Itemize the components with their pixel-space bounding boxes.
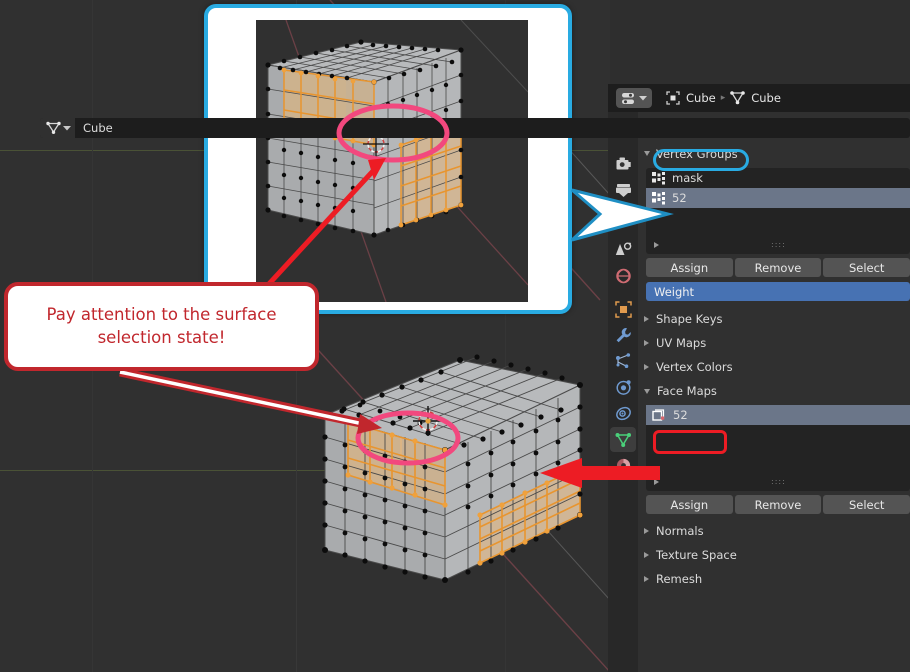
tab-render[interactable] [610,151,636,176]
list-expand-triangle-icon[interactable] [654,479,659,485]
face-maps-list[interactable]: 52 :::: [646,405,910,491]
screenshot-root: Pay attention to the surface selection s… [0,0,910,672]
panel-title-remesh: Remesh [656,572,703,586]
object-square-icon [614,301,632,318]
list-item-label: 52 [673,408,688,422]
expand-triangle-right-icon [644,364,649,370]
vertex-groups-list-footer[interactable]: :::: [646,238,910,252]
mesh-data-icon [615,432,631,447]
properties-panel-body: Vertex Groups mask 52:::: Assign Remove… [638,112,910,672]
properties-editor-icon [622,92,634,104]
list-item[interactable]: 52 [646,188,910,208]
mesh-data-icon [46,121,61,134]
remove-button[interactable]: Remove [734,495,822,514]
assign-button[interactable]: Assign [646,495,733,514]
list-expand-triangle-icon[interactable] [654,242,659,248]
vertex-groups-list[interactable]: mask 52 :::: [646,168,910,254]
tab-object[interactable] [610,297,636,322]
face-maps-list-footer[interactable]: :::: [646,475,910,489]
constraints-icon [615,406,631,421]
list-item-label: mask [672,171,703,185]
mesh-data-icon [730,91,746,105]
panel-title-face-maps: Face Maps [657,384,717,398]
tab-constraints[interactable] [610,401,636,426]
callout-note: Pay attention to the surface selection s… [4,282,319,371]
chevron-down-icon [639,96,647,101]
assign-button[interactable]: Assign [646,258,733,277]
breadcrumb-object-label: Cube [686,91,716,105]
breadcrumb: Cube ▸ Cube [666,91,781,105]
inset-screenshot-card [204,4,572,314]
panel-title-vertex-groups: Vertex Groups [656,146,738,161]
panel-header-face-maps[interactable]: Face Maps [638,379,910,403]
particles-icon [615,353,630,368]
panel-header-shape-keys[interactable]: Shape Keys [638,307,910,331]
properties-tab-strip [608,112,638,672]
expand-triangle-right-icon [644,576,649,582]
panel-header-vertex-groups[interactable]: Vertex Groups [638,143,910,164]
material-sphere-icon [616,458,630,473]
printer-output-icon [615,183,631,197]
weight-slider-label: Weight [654,284,695,299]
mesh-name-value: Cube [83,121,113,135]
wrench-icon [616,328,631,343]
panel-title-normals: Normals [656,524,704,538]
tab-modifiers[interactable] [610,323,636,348]
panel-title-vertex-colors: Vertex Colors [656,360,733,374]
face-maps-button-row: Assign Remove Select [646,495,910,514]
chevron-down-icon [63,126,71,131]
render-camera-icon [616,157,631,169]
world-globe-icon [615,268,631,283]
panel-title-texture-space: Texture Space [656,548,737,562]
panel-title-shape-keys: Shape Keys [656,312,723,326]
list-item[interactable]: mask [646,168,910,188]
group-vertex-icon [652,171,665,184]
tab-scene[interactable] [610,237,636,262]
scene-cone-icon [615,241,631,255]
breadcrumb-mesh-label: Cube [751,91,781,105]
inset-viewport-image [256,20,528,302]
tab-world[interactable] [610,263,636,288]
face-map-icon [652,408,665,421]
list-resize-grip[interactable]: :::: [771,478,785,486]
list-resize-grip[interactable]: :::: [771,241,785,249]
tab-physics[interactable] [610,375,636,400]
expand-triangle-right-icon [644,340,649,346]
panel-header-texture-space[interactable]: Texture Space [638,543,910,567]
expand-triangle-right-icon [644,528,649,534]
tab-output[interactable] [610,177,636,202]
object-data-name-field[interactable]: Cube [40,118,910,138]
tab-view-layer[interactable] [610,203,636,228]
weight-slider[interactable]: Weight [646,282,910,301]
expand-triangle-right-icon [644,316,649,322]
tab-object-data[interactable] [610,427,636,452]
tab-material[interactable] [610,453,636,478]
select-button[interactable]: Select [823,258,910,277]
remove-button[interactable]: Remove [734,258,822,277]
breadcrumb-separator: ▸ [720,93,726,103]
editor-type-selector[interactable] [616,88,652,108]
panel-title-uv-maps: UV Maps [656,336,707,350]
physics-orbit-icon [615,380,631,395]
panel-header-remesh[interactable]: Remesh [638,567,910,591]
list-item[interactable]: 52 [646,405,910,425]
vertex-groups-button-row: Assign Remove Select [646,258,910,277]
panel-header-normals[interactable]: Normals [638,519,910,543]
expand-triangle-down-icon [644,388,650,394]
properties-editor: Cube ▸ Cube Vertex Groups mask 52:::: A… [608,84,910,672]
properties-header: Cube ▸ Cube [608,84,910,112]
group-vertex-icon [652,191,665,204]
select-button[interactable]: Select [823,495,910,514]
expand-triangle-right-icon [644,552,649,558]
datablock-selector[interactable] [40,118,75,138]
panel-header-uv-maps[interactable]: UV Maps [638,331,910,355]
panel-header-vertex-colors[interactable]: Vertex Colors [638,355,910,379]
list-item-label: 52 [672,191,687,205]
expand-triangle-down-icon [644,151,650,156]
tab-particles[interactable] [610,349,636,374]
view-layer-icon [614,208,631,221]
object-data-icon [666,91,680,105]
callout-text: Pay attention to the surface selection s… [46,305,277,347]
